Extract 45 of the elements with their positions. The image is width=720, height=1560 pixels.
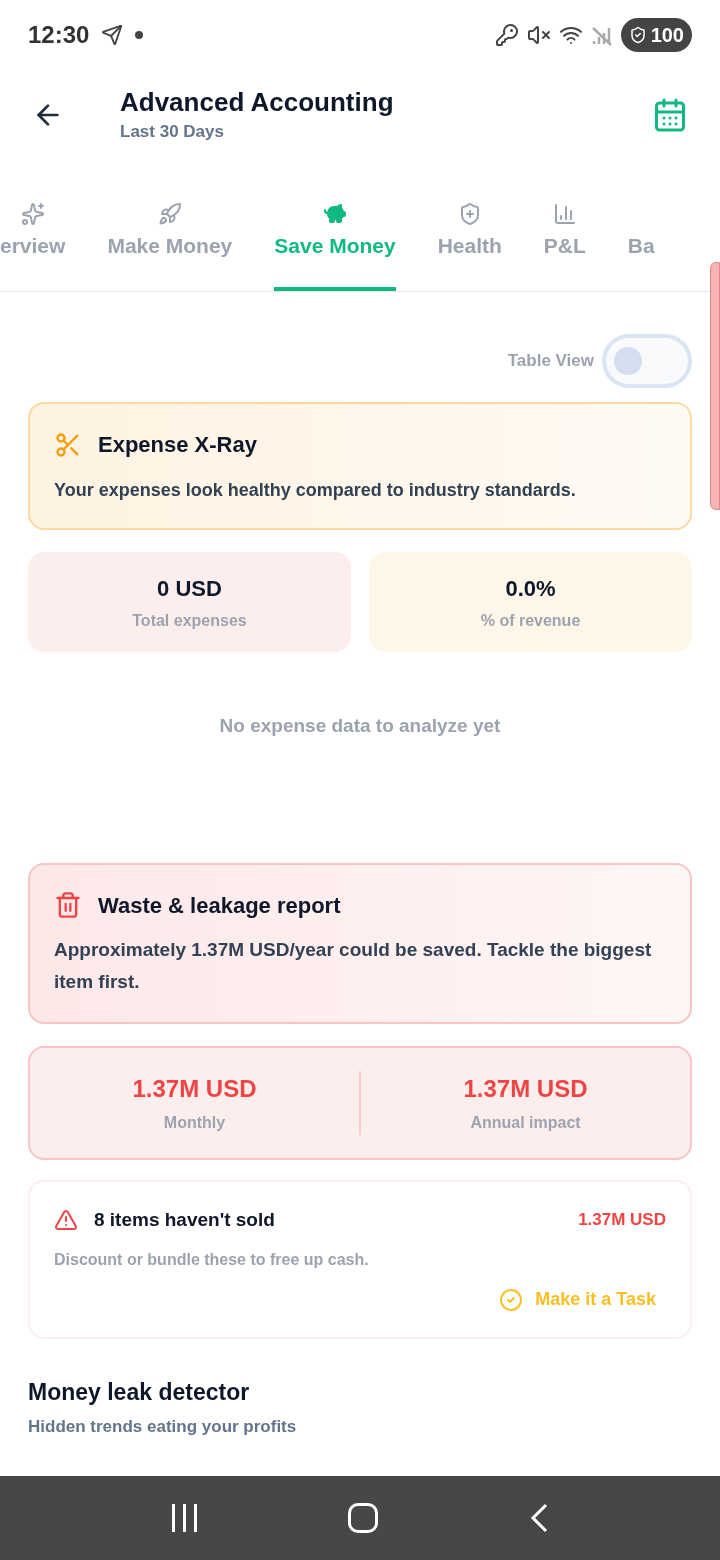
tab[interactable]: erview: [0, 201, 66, 291]
home-icon[interactable]: [347, 1503, 378, 1533]
rocket-icon: [157, 201, 182, 226]
stat-label: Total expenses: [132, 610, 247, 631]
section-title: Money leak detector: [28, 1378, 251, 1407]
trash-icon: [54, 891, 82, 919]
tab[interactable]: P&L: [543, 201, 586, 291]
card-title: Expense X-Ray: [98, 431, 257, 459]
tab[interactable]: Ba: [627, 201, 655, 291]
back-icon[interactable]: [528, 1503, 549, 1533]
impact-label: Monthly: [163, 1112, 226, 1133]
bar-chart-icon: [552, 201, 577, 226]
tab[interactable]: Make Money: [107, 201, 233, 291]
page-subtitle: Last 30 Days: [120, 120, 225, 143]
stat-label: % of revenue: [480, 610, 581, 631]
section-subtitle: Hidden trends eating your profits: [28, 1415, 298, 1438]
card-message: Your expenses look healthy compared to industry standards.: [54, 479, 577, 502]
table-view-toggle[interactable]: [602, 334, 692, 388]
table-view-label: Table View: [507, 350, 594, 373]
item-description: Discount or bundle these to free up cash.: [54, 1250, 370, 1270]
calendar-button[interactable]: [652, 97, 688, 133]
paper-plane-icon: [101, 24, 124, 46]
tab[interactable]: Health: [437, 201, 502, 291]
key-icon: [494, 23, 519, 47]
battery-indicator: 100: [620, 18, 692, 52]
item-title: 8 items haven't sold: [94, 1207, 275, 1232]
impact-label: Annual impact: [470, 1112, 581, 1133]
impact-value: 1.37M USD: [132, 1073, 257, 1104]
mute-icon: [526, 23, 551, 47]
page-title: Advanced Accounting: [120, 86, 394, 119]
stat-value: 0.0%: [505, 574, 556, 603]
tab[interactable]: Save Money: [274, 201, 396, 291]
sparkle-icon: [20, 201, 45, 226]
card-message: Approximately 1.37M USD/year could be saved. Tackle the biggest item first.: [54, 937, 653, 994]
make-task-button[interactable]: Make it a Task: [499, 1286, 656, 1313]
stat-value: 0 USD: [157, 574, 222, 603]
no-signal-icon: [590, 24, 613, 46]
item-amount: 1.37M USD: [578, 1209, 666, 1231]
status-time: 12:30: [28, 20, 90, 50]
warning-icon: [54, 1207, 78, 1232]
empty-message: No expense data to analyze yet: [219, 714, 501, 738]
piggy-bank-icon: [322, 201, 347, 226]
card-title: Waste & leakage report: [98, 891, 341, 920]
recent-apps-icon[interactable]: [171, 1504, 197, 1532]
impact-value: 1.37M USD: [463, 1073, 588, 1104]
